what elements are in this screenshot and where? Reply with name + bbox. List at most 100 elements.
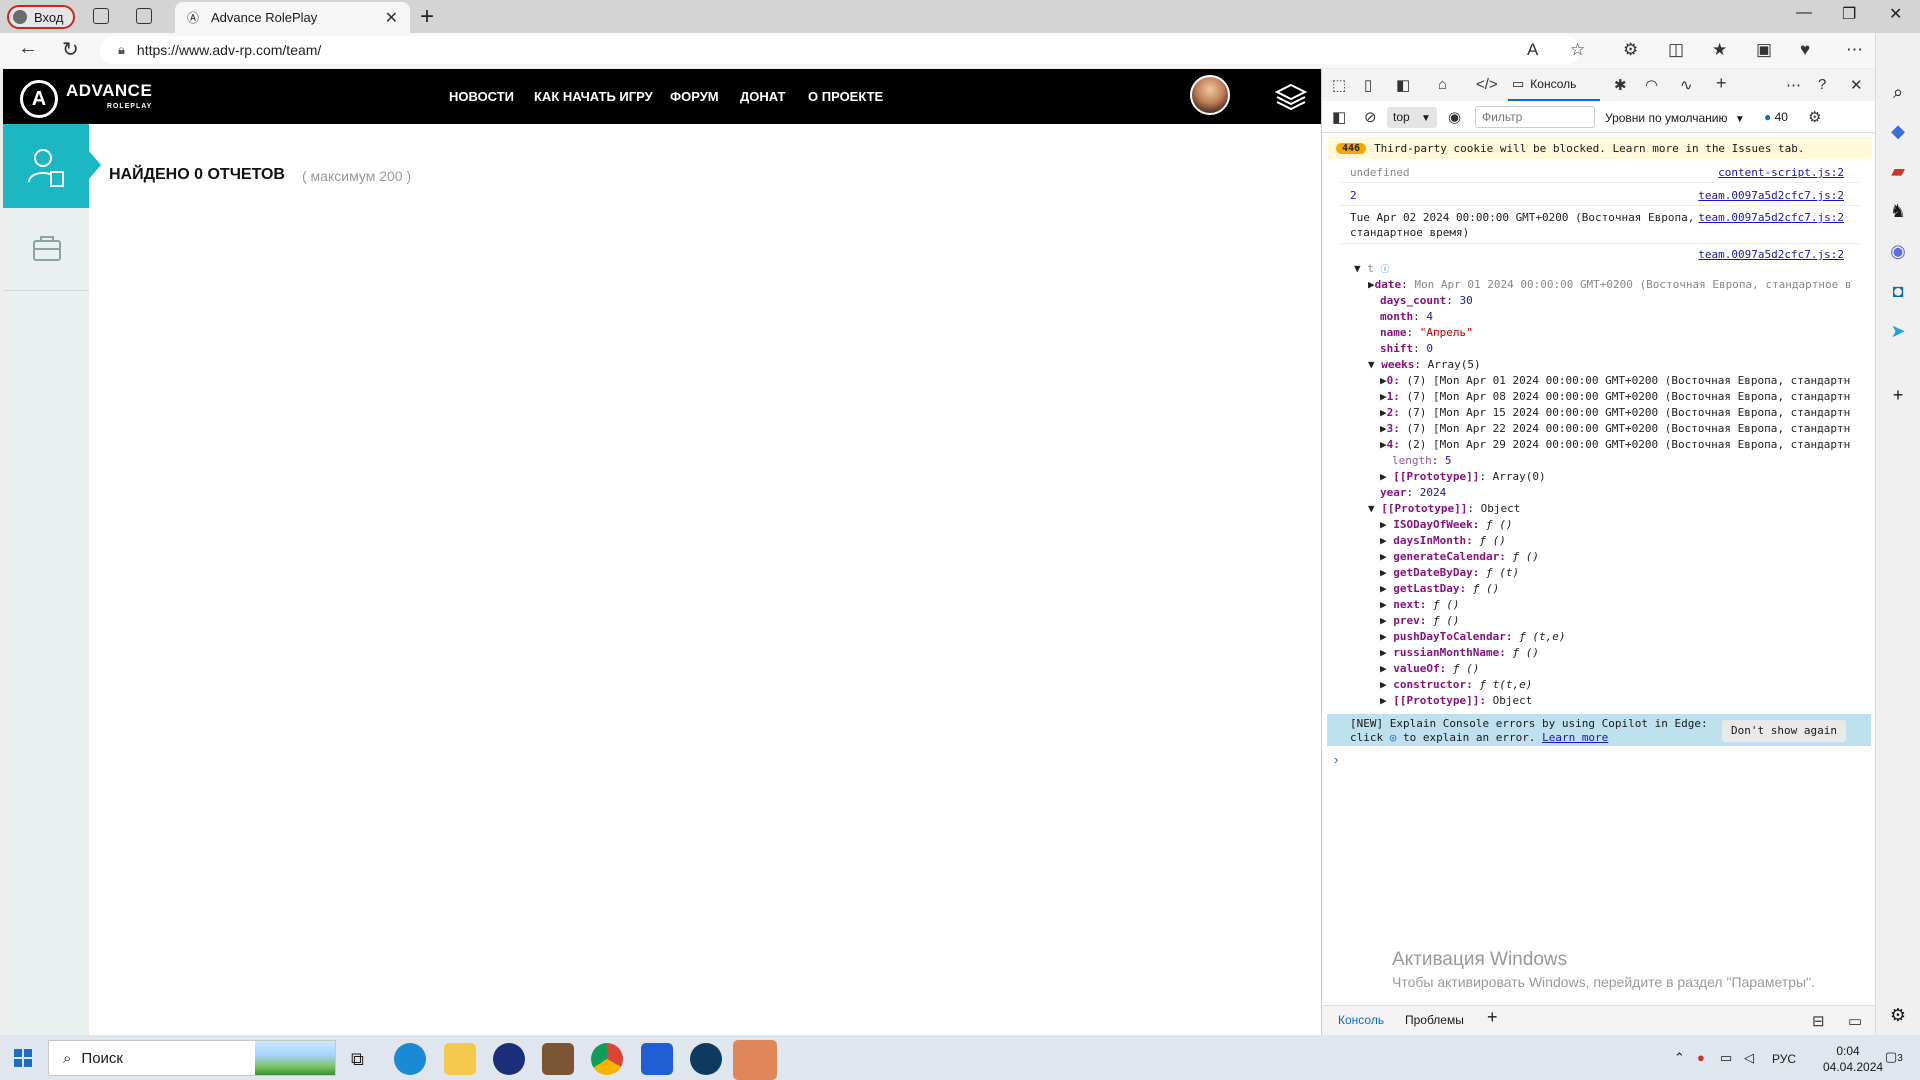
drawer-dock-icon[interactable]: ⊟: [1812, 1012, 1825, 1030]
dropbox-icon[interactable]: [641, 1043, 673, 1075]
prototype-method[interactable]: ▶ daysInMonth: ƒ (): [1380, 534, 1506, 547]
prototype-method[interactable]: ▶ valueOf: ƒ (): [1380, 662, 1479, 675]
tools-icon[interactable]: ▰: [1887, 161, 1909, 183]
close-window-icon[interactable]: ✕: [1889, 4, 1902, 24]
taskbar-search[interactable]: ⌕ Поиск: [48, 1040, 336, 1076]
clock[interactable]: 0:04 04.04.2024: [1823, 1043, 1883, 1075]
welcome-home-icon[interactable]: ⌂: [1438, 76, 1447, 93]
elements-code-icon[interactable]: </>: [1476, 76, 1498, 93]
add-drawer-tab-icon[interactable]: +: [1487, 1007, 1498, 1028]
chrome-icon[interactable]: [591, 1043, 623, 1075]
file-explorer-icon[interactable]: [444, 1043, 476, 1075]
browser-tab[interactable]: Ⓐ Advance RolePlay ✕: [175, 2, 410, 33]
dock-icon[interactable]: ◧: [1396, 76, 1410, 94]
learn-more-link[interactable]: Learn more: [1542, 731, 1608, 744]
tab-actions-icon[interactable]: [136, 8, 152, 24]
task-view-icon[interactable]: ⧉: [343, 1043, 377, 1075]
read-aloud-icon[interactable]: A: [1527, 40, 1538, 60]
site-logo[interactable]: A ADVANCE ROLEPLAY: [20, 80, 152, 118]
prototype-method[interactable]: ▶ [[Prototype]]: Object: [1380, 694, 1532, 707]
prototype-method[interactable]: ▶ next: ƒ (): [1380, 598, 1460, 611]
language-indicator[interactable]: РУС: [1772, 1052, 1796, 1066]
nav-about[interactable]: О ПРОЕКТЕ: [808, 89, 883, 104]
device-emulation-icon[interactable]: ▯: [1364, 76, 1372, 94]
inspect-icon[interactable]: ⬚: [1332, 76, 1346, 94]
start-windows-icon[interactable]: [14, 1049, 32, 1067]
weeks-item[interactable]: ▶0: (7) [Mon Apr 01 2024 00:00:00 GMT+02…: [1380, 374, 1850, 387]
warning-message[interactable]: 446 Third-party cookie will be blocked. …: [1328, 137, 1872, 159]
log-source-link[interactable]: team.0097a5d2cfc7.js:2: [1664, 248, 1844, 261]
weeks-prototype[interactable]: ▶ [[Prototype]]: Array(0): [1380, 470, 1546, 483]
sidebar-toggle-icon[interactable]: ◧: [1332, 108, 1346, 126]
help-icon[interactable]: ?: [1818, 76, 1826, 93]
console-prompt-icon[interactable]: ›: [1334, 752, 1338, 767]
context-select[interactable]: top ▼: [1387, 107, 1437, 128]
notification-center[interactable]: ▢3: [1885, 1049, 1903, 1065]
restore-icon[interactable]: ❐: [1842, 4, 1856, 24]
devtools-more-icon[interactable]: ⋯: [1786, 76, 1801, 94]
back-icon[interactable]: ←: [18, 37, 38, 60]
weeks-item[interactable]: ▶4: (2) [Mon Apr 29 2024 00:00:00 GMT+02…: [1380, 438, 1850, 451]
copilot-sidebar-icon[interactable]: ◆: [1887, 121, 1909, 143]
prototype-method[interactable]: ▶ russianMonthName: ƒ (): [1380, 646, 1539, 659]
tray-overflow-icon[interactable]: ⌃: [1674, 1050, 1685, 1066]
nav-forum[interactable]: ФОРУМ: [670, 89, 719, 104]
object-root[interactable]: ▼ t ⓘ: [1354, 262, 1390, 275]
game-app-icon[interactable]: [542, 1043, 574, 1075]
close-devtools-icon[interactable]: ✕: [1850, 76, 1863, 94]
log-source-link[interactable]: team.0097a5d2cfc7.js:2: [1664, 211, 1844, 224]
dont-show-again-button[interactable]: Don't show again: [1722, 720, 1846, 742]
object-prototype[interactable]: ▼ [[Prototype]]: Object: [1368, 502, 1520, 515]
prototype-method[interactable]: ▶ prev: ƒ (): [1380, 614, 1460, 627]
drawer-tab-console[interactable]: Консоль: [1338, 1013, 1384, 1027]
games-icon[interactable]: ♞: [1887, 201, 1909, 223]
prototype-method[interactable]: ▶ getLastDay: ƒ (): [1380, 582, 1499, 595]
collections-icon[interactable]: ▣: [1756, 40, 1772, 60]
prototype-method[interactable]: ▶ generateCalendar: ƒ (): [1380, 550, 1539, 563]
issues-counter[interactable]: ● 40: [1764, 110, 1788, 124]
log-source-link[interactable]: team.0097a5d2cfc7.js:2: [1664, 189, 1844, 202]
close-tab-icon[interactable]: ✕: [385, 8, 398, 28]
nav-how-to-start[interactable]: КАК НАЧАТЬ ИГРУ: [534, 89, 653, 104]
layers-icon[interactable]: [1274, 82, 1308, 112]
split-screen-icon[interactable]: ◫: [1668, 40, 1684, 60]
edge-taskbar-icon[interactable]: [394, 1043, 426, 1075]
weeks-item[interactable]: ▶2: (7) [Mon Apr 15 2024 00:00:00 GMT+02…: [1380, 406, 1850, 419]
live-expression-eye-icon[interactable]: ◉: [1448, 108, 1461, 126]
levels-dropdown[interactable]: Уровни по умолчанию ▼: [1605, 111, 1745, 125]
network-wifi-icon[interactable]: ◠: [1645, 76, 1658, 94]
weeks-item[interactable]: ▶1: (7) [Mon Apr 08 2024 00:00:00 GMT+02…: [1380, 390, 1850, 403]
prototype-method[interactable]: ▶ constructor: ƒ t(t,e): [1380, 678, 1532, 691]
drawer-close-icon[interactable]: ▭: [1848, 1012, 1862, 1030]
filter-input[interactable]: Фильтр: [1475, 106, 1595, 128]
workspaces-icon[interactable]: [93, 8, 109, 24]
clear-console-icon[interactable]: ⊘: [1364, 108, 1377, 126]
address-bar[interactable]: 🔒︎ https://www.adv-rp.com/team/: [100, 36, 1580, 64]
discord-icon[interactable]: [733, 1040, 777, 1080]
favorite-star-icon[interactable]: ☆: [1570, 40, 1585, 60]
favorites-icon[interactable]: ★: [1712, 40, 1727, 60]
browser-app-icon[interactable]: [690, 1043, 722, 1075]
refresh-icon[interactable]: ↻: [62, 37, 79, 62]
outlook-icon[interactable]: ◘: [1887, 281, 1909, 303]
send-icon[interactable]: ➤: [1887, 321, 1909, 343]
volume-icon[interactable]: ◁: [1744, 1050, 1754, 1066]
tab-console[interactable]: ▭ Консоль: [1508, 69, 1600, 101]
add-sidebar-icon[interactable]: +: [1887, 385, 1909, 407]
network-icon[interactable]: ▭: [1720, 1050, 1732, 1066]
sidebar-settings-gear-icon[interactable]: ⚙: [1887, 1005, 1909, 1027]
user-avatar[interactable]: [1190, 75, 1230, 115]
drawer-tab-problems[interactable]: Проблемы: [1405, 1013, 1464, 1027]
prototype-method[interactable]: ▶ ISODayOfWeek: ƒ (): [1380, 518, 1512, 531]
minimize-icon[interactable]: —: [1796, 4, 1812, 22]
prototype-method[interactable]: ▶ pushDayToCalendar: ƒ (t,e): [1380, 630, 1565, 643]
nav-news[interactable]: НОВОСТИ: [449, 89, 514, 104]
browser-essentials-icon[interactable]: ♥: [1800, 40, 1810, 60]
profile-button[interactable]: Вход: [7, 5, 75, 29]
sidebar-item-reports[interactable]: [3, 124, 89, 208]
sidebar-item-briefcase[interactable]: [3, 210, 89, 290]
extensions-icon[interactable]: ⚙: [1623, 40, 1638, 60]
tray-app-icon[interactable]: ●: [1697, 1050, 1705, 1065]
office-icon[interactable]: ◉: [1887, 241, 1909, 263]
new-tab-icon[interactable]: +: [420, 3, 434, 31]
